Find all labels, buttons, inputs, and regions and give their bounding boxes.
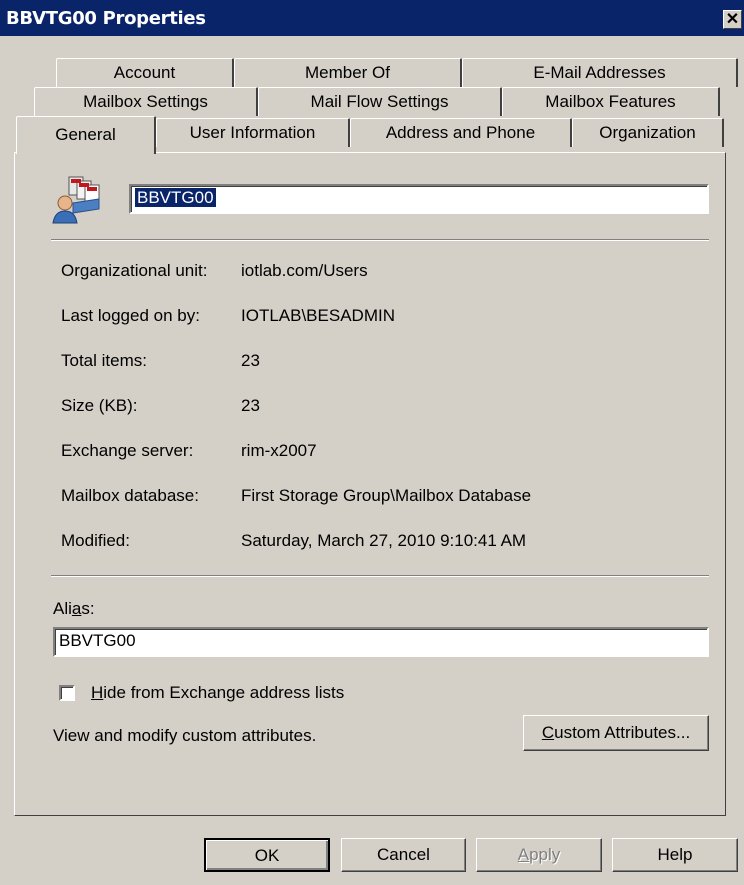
tab-mail-flow-settings[interactable]: Mail Flow Settings — [258, 87, 502, 116]
tab-general[interactable]: General — [16, 116, 156, 154]
tab-address-and-phone[interactable]: Address and Phone — [350, 118, 572, 147]
tab-mailbox-features[interactable]: Mailbox Features — [502, 87, 720, 116]
tab-email-addresses[interactable]: E-Mail Addresses — [462, 58, 738, 87]
window-title: BBVTG00 Properties — [6, 8, 206, 29]
field-label: Organizational unit: — [61, 261, 208, 280]
cancel-button[interactable]: Cancel — [341, 838, 466, 872]
tab-label: General — [55, 125, 116, 144]
tab-label: Mailbox Features — [545, 92, 676, 111]
tab-label: E-Mail Addresses — [533, 63, 666, 82]
tab-account[interactable]: Account — [56, 58, 234, 87]
tab-user-information[interactable]: User Information — [156, 118, 350, 147]
hide-from-address-lists-label[interactable]: Hide from Exchange address lists — [91, 683, 344, 703]
tab-label: Mail Flow Settings — [310, 92, 449, 111]
mailbox-user-icon — [51, 173, 105, 225]
display-name-field[interactable]: BBVTG00 — [129, 184, 709, 214]
title-bar: BBVTG00 Properties ✕ — [0, 0, 744, 36]
tab-organization[interactable]: Organization — [572, 118, 724, 147]
field-label: Mailbox database: — [61, 486, 199, 505]
field-label: Modified: — [61, 531, 130, 550]
help-button[interactable]: Help — [612, 838, 738, 872]
close-button[interactable]: ✕ — [723, 10, 742, 29]
alias-input[interactable]: BBVTG00 — [53, 627, 709, 657]
hide-from-address-lists-checkbox[interactable] — [59, 685, 75, 701]
field-label: Last logged on by: — [61, 306, 200, 325]
custom-attributes-description: View and modify custom attributes. — [53, 726, 317, 745]
alias-label: Alias: — [53, 599, 95, 618]
custom-attributes-button[interactable]: Custom Attributes... — [523, 715, 709, 751]
field-label: Total items: — [61, 351, 147, 370]
tab-member-of[interactable]: Member Of — [234, 58, 462, 87]
field-value: First Storage Group\Mailbox Database — [241, 486, 532, 505]
separator — [51, 575, 709, 577]
alias-value: BBVTG00 — [59, 631, 136, 650]
tab-label: User Information — [189, 123, 316, 142]
separator — [51, 239, 709, 241]
ok-button[interactable]: OK — [204, 838, 330, 872]
field-value: iotlab.com/Users — [241, 261, 368, 280]
field-label: Exchange server: — [61, 441, 194, 460]
tab-label: Member Of — [304, 63, 391, 82]
field-label: Size (KB): — [61, 396, 138, 415]
field-value: rim-x2007 — [241, 441, 317, 460]
tab-mailbox-settings[interactable]: Mailbox Settings — [34, 87, 258, 116]
display-name-value: BBVTG00 — [135, 188, 216, 207]
field-value: 23 — [241, 351, 260, 370]
tab-label: Address and Phone — [385, 123, 536, 142]
tab-label: Mailbox Settings — [83, 92, 208, 111]
field-value: Saturday, March 27, 2010 9:10:41 AM — [241, 531, 527, 550]
field-value: IOTLAB\BESADMIN — [241, 306, 395, 325]
tab-label: Account — [113, 63, 176, 82]
tab-label: Organization — [599, 123, 696, 142]
general-tab-page: BBVTG00 Organizational unit: iotlab.com/U… — [14, 152, 726, 816]
apply-button[interactable]: Apply — [476, 838, 602, 872]
field-value: 23 — [241, 396, 260, 415]
close-icon: ✕ — [725, 10, 740, 28]
